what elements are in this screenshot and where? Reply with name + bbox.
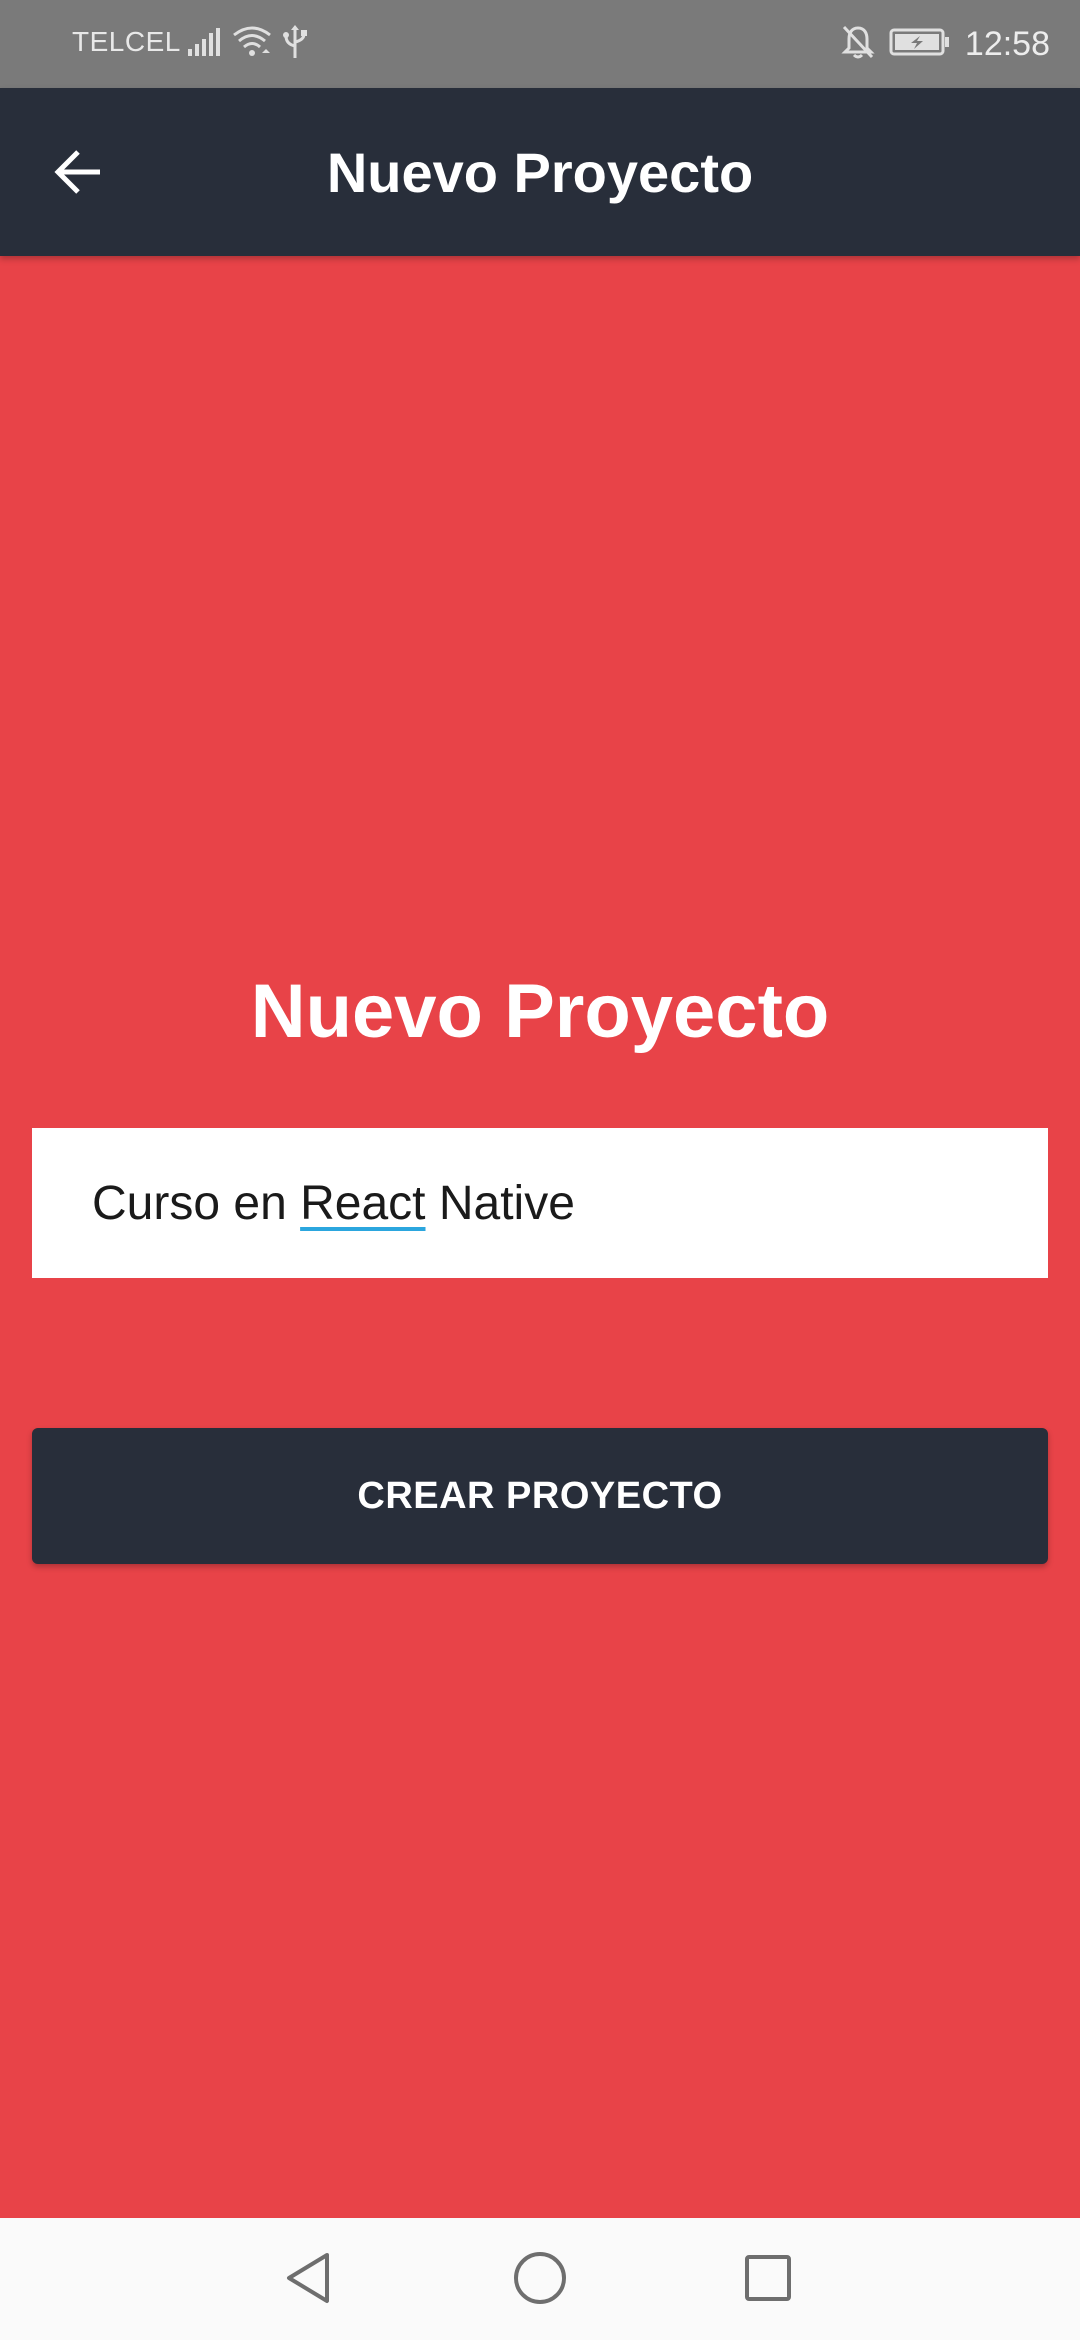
back-triangle-icon <box>283 2251 333 2310</box>
nav-recents-button[interactable] <box>732 2244 804 2316</box>
status-time: 12:58 <box>964 24 1050 63</box>
signal-icon <box>186 27 222 62</box>
input-text-after: Native <box>425 1176 575 1230</box>
carrier-name: TELCEL <box>72 26 181 57</box>
app-bar-title: Nuevo Proyecto <box>326 141 754 204</box>
status-left-icons <box>186 22 308 66</box>
status-bar: TELCEL 12:58 <box>0 0 1080 88</box>
notifications-off-icon <box>841 24 875 65</box>
wifi-icon <box>232 25 272 64</box>
battery-charging-icon <box>889 27 951 62</box>
project-name-input[interactable]: Curso en React Native <box>32 1128 1048 1278</box>
input-text-spellcheck-word: React <box>300 1176 426 1230</box>
nav-home-button[interactable] <box>504 2244 576 2316</box>
input-text-before: Curso en <box>92 1176 301 1230</box>
home-circle-icon <box>512 2250 568 2311</box>
create-project-button[interactable]: CREAR PROYECTO <box>32 1428 1048 1564</box>
page-heading: Nuevo Proyecto <box>250 969 830 1054</box>
navigation-bar <box>0 2218 1080 2340</box>
status-right-icons: 12:58 <box>841 18 1050 70</box>
recents-square-icon <box>743 2253 793 2308</box>
app-bar: Nuevo Proyecto <box>0 88 1080 256</box>
nav-back-button[interactable] <box>272 2244 344 2316</box>
usb-icon <box>282 24 308 65</box>
